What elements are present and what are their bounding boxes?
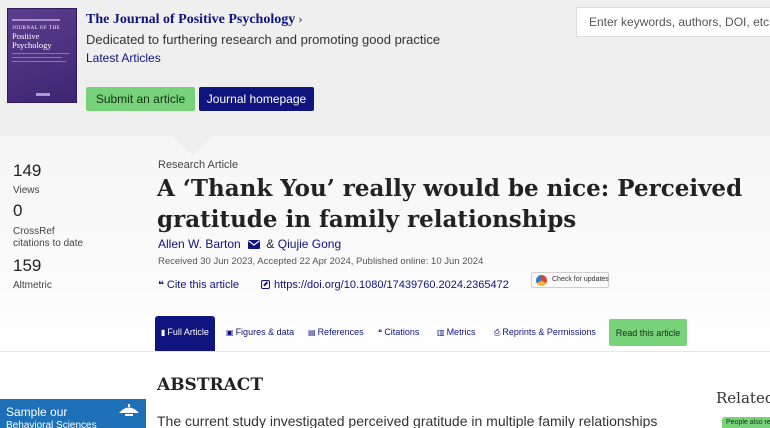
promo-banner[interactable]: Sample our Behavioral Sciences (0, 399, 146, 428)
book-icon: ▤ (308, 328, 316, 337)
submit-article-button[interactable]: Submit an article (86, 87, 195, 111)
tab-label: Citations (384, 327, 420, 337)
check-updates-label: Check for updates (552, 276, 609, 283)
tab-reprints-permissions[interactable]: ⎙ Reprints & Permissions (494, 316, 596, 351)
tab-citations[interactable]: ❝ Citations (378, 316, 419, 351)
document-icon: ▮ (161, 328, 166, 337)
author-link[interactable]: Allen W. Barton (158, 237, 241, 251)
cite-article-label: Cite this article (166, 279, 240, 291)
doi-link[interactable]: https://doi.org/10.1080/17439760.2024.23… (261, 279, 509, 291)
altmetric-count[interactable]: 159 (13, 256, 41, 276)
tab-people-also-read[interactable]: People also read (722, 417, 770, 428)
doi-label: https://doi.org/10.1080/17439760.2024.23… (274, 279, 509, 291)
views-count: 149 (13, 161, 42, 180)
cover-decoration (12, 53, 70, 54)
abstract-heading: ABSTRACT (157, 375, 263, 395)
article-title: A ‘Thank You’ really would be nice: Perc… (157, 175, 743, 233)
external-link-icon (261, 280, 270, 289)
tab-label: Figures & data (235, 327, 295, 337)
promo-line-1: Sample our (6, 405, 68, 419)
header-notch (173, 136, 213, 156)
cover-decoration (12, 61, 66, 62)
image-icon: ▣ (226, 328, 234, 337)
crossref-count: 0 (13, 201, 23, 220)
cover-decoration (12, 57, 62, 58)
printer-icon: ⎙ (494, 328, 501, 337)
tab-full-article[interactable]: ▮ Full Article (155, 316, 215, 351)
journal-cover-image[interactable]: JOURNAL OF THE Positive Psychology (7, 8, 77, 103)
cite-article-link[interactable]: ❝ Cite this article (158, 279, 239, 291)
journal-description: Dedicated to furthering research and pro… (86, 32, 441, 47)
divider (0, 351, 770, 352)
tab-label: Full Article (167, 327, 209, 337)
journal-header: JOURNAL OF THE Positive Psychology The J… (0, 0, 770, 136)
promo-line-2: Behavioral Sciences (6, 420, 97, 428)
cover-publisher-mark (36, 93, 50, 96)
journal-title-link[interactable]: The Journal of Positive Psychology › (86, 12, 303, 28)
publication-dates: Received 30 Jun 2023, Accepted 22 Apr 20… (158, 256, 484, 267)
related-heading: Related (716, 389, 770, 407)
quote-icon: ❝ (158, 280, 164, 291)
chevron-right-icon: › (298, 13, 303, 26)
journal-title: The Journal of Positive Psychology (86, 12, 296, 27)
author-list: Allen W. Barton & Qiujie Gong (158, 237, 341, 251)
tab-label: References (317, 327, 364, 337)
altmetric-label: Altmetric (13, 280, 52, 291)
check-for-updates-button[interactable]: Check for updates (531, 272, 609, 288)
author-link[interactable]: Qiujie Gong (278, 237, 341, 251)
latest-articles-link[interactable]: Latest Articles (86, 51, 161, 65)
views-label: Views (13, 185, 40, 196)
abstract-text: The current study investigated perceived… (157, 413, 658, 428)
quote-icon: ❝ (378, 328, 383, 337)
email-icon[interactable] (248, 240, 261, 249)
bar-chart-icon: ▥ (437, 328, 445, 337)
lamp-icon (119, 404, 139, 416)
author-separator: & (266, 237, 275, 251)
crossref-label: CrossRef citations to date (13, 226, 84, 249)
article-type: Research Article (158, 159, 239, 171)
tab-figures-data[interactable]: ▣ Figures & data (226, 316, 294, 351)
search-input[interactable] (576, 7, 770, 37)
crossmark-icon (536, 275, 547, 286)
journal-homepage-button[interactable]: Journal homepage (199, 87, 314, 111)
cover-decoration (12, 19, 60, 21)
read-article-button[interactable]: Read this article (609, 319, 687, 346)
tab-references[interactable]: ▤ References (308, 316, 364, 351)
tab-label: Metrics (446, 327, 476, 337)
tab-label: Reprints & Permissions (502, 327, 596, 337)
tab-metrics[interactable]: ▥ Metrics (437, 316, 476, 351)
cover-title: JOURNAL OF THE Positive Psychology (12, 26, 61, 50)
